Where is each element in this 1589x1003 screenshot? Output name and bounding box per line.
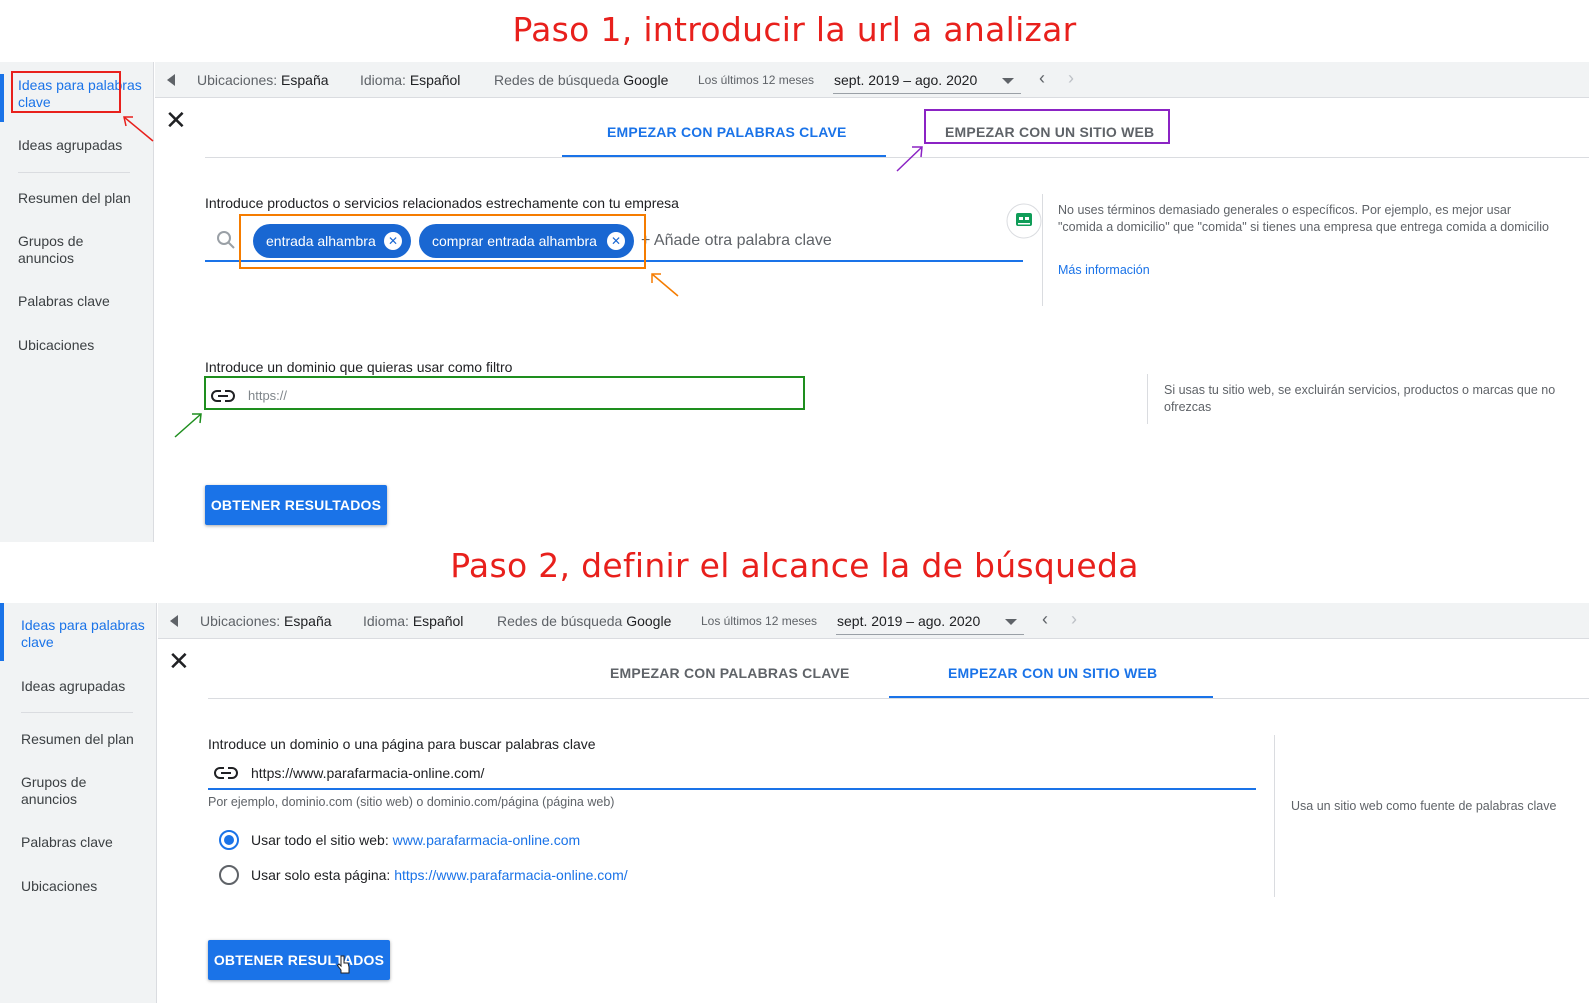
sidebar-item-plan-overview[interactable]: Resumen del plan [21,731,151,748]
domain-search-label: Introduce un dominio o una página para b… [208,736,596,752]
tab-start-with-keywords[interactable]: EMPEZAR CON PALABRAS CLAVE [610,665,850,681]
side-hint-divider [1274,735,1275,897]
date-range-underline [836,634,1024,635]
sidebar-divider [21,712,133,713]
get-results-button[interactable]: OBTENER RESULTADOS [208,940,390,980]
sidebar-active-indicator [0,603,4,661]
domain-search-input[interactable]: https://www.parafarmacia-online.com/ [251,765,484,781]
radio-use-this-page[interactable] [219,865,239,885]
plan-settings-bar: Ubicaciones: España Idioma: Español Rede… [158,603,1589,639]
sidebar-item-keyword-ideas[interactable]: Ideas para palabras clave [21,617,151,651]
website-source-hint: Usa un sitio web como fuente de palabras… [1291,799,1557,813]
step-2-screenshot: Ideas para palabras clave Ideas agrupada… [0,603,1589,1003]
step-2-title: Paso 2, definir el alcance la de búsqued… [450,546,1139,585]
tabs-divider [208,698,1589,699]
sidebar: Ideas para palabras clave Ideas agrupada… [0,603,157,1003]
dropdown-arrow-icon[interactable] [1005,619,1017,625]
sidebar-item-ad-groups[interactable]: Grupos de anuncios [21,774,111,808]
date-range-select[interactable]: sept. 2019 – ago. 2020 [837,613,980,629]
domain-example-hint: Por ejemplo, dominio.com (sitio web) o d… [208,795,615,809]
network-setting[interactable]: Redes de búsqueda Google [497,613,671,629]
step-1-title: Paso 1, introducir la url a analizar [512,10,1077,49]
locations-setting[interactable]: Ubicaciones: España [200,613,332,629]
domain-input-underline [208,788,1256,790]
radio-this-page-label[interactable]: Usar solo esta página: https://www.paraf… [251,867,628,883]
radio-whole-site-label[interactable]: Usar todo el sitio web: www.parafarmacia… [251,832,580,848]
sidebar-item-keywords[interactable]: Palabras clave [21,834,151,851]
sidebar-item-locations[interactable]: Ubicaciones [21,878,151,895]
radio-use-whole-site[interactable] [219,830,239,850]
hand-cursor-icon [337,955,350,974]
period-label: Los últimos 12 meses [701,614,818,628]
sidebar-item-grouped-ideas[interactable]: Ideas agrupadas [21,678,151,695]
tab-start-with-website[interactable]: EMPEZAR CON UN SITIO WEB [948,665,1157,681]
chevron-right-icon[interactable]: › [1071,609,1077,630]
annotation-arrows [123,116,923,438]
language-setting[interactable]: Idioma: Español [363,613,463,629]
link-icon [214,767,238,779]
collapse-left-icon[interactable] [170,615,178,627]
close-icon[interactable]: ✕ [168,648,190,674]
step-1-screenshot: Ideas para palabras clave Ideas agrupada… [0,62,1589,542]
chevron-left-icon[interactable]: ‹ [1042,609,1048,630]
